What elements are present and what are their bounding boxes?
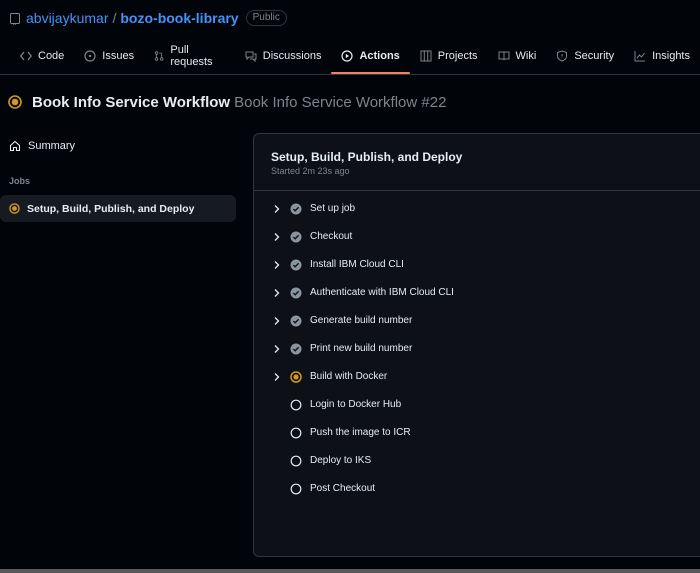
job-step-row[interactable]: Post Checkout — [254, 475, 700, 503]
shield-icon — [557, 50, 568, 62]
pull-request-icon — [154, 51, 164, 61]
job-step-label: Authenticate with IBM Cloud CLI — [310, 287, 454, 298]
check-circle-icon — [290, 203, 302, 215]
repo-icon — [10, 12, 20, 25]
tab-label: Wiki — [515, 50, 537, 62]
run-name: Book Info Service Workflow #22 — [234, 93, 447, 111]
check-circle-icon — [290, 287, 302, 299]
check-circle-icon — [290, 259, 302, 271]
job-step-row[interactable]: Print new build number — [254, 335, 700, 363]
in-progress-status-icon — [9, 203, 20, 214]
chevron-right-icon[interactable] — [273, 204, 281, 214]
play-icon — [341, 50, 354, 62]
taskbar-strip — [0, 569, 700, 573]
job-step-label: Deploy to IKS — [310, 455, 372, 466]
job-step-label: Build with Docker — [310, 371, 388, 382]
jobs-heading: Jobs — [9, 176, 31, 186]
chevron-right-icon[interactable] — [273, 372, 281, 382]
job-step-row[interactable]: Set up job — [254, 195, 700, 223]
job-step-label: Set up job — [310, 203, 356, 214]
tab-discussions[interactable]: Discussions — [235, 40, 332, 72]
job-step-row[interactable]: Build with Docker — [254, 363, 700, 391]
pending-circle-icon — [290, 483, 302, 495]
tab-label: Code — [38, 50, 65, 62]
job-step-row[interactable]: Authenticate with IBM Cloud CLI — [254, 279, 700, 307]
pending-circle-icon — [290, 427, 302, 439]
job-step-row[interactable]: Checkout — [254, 223, 700, 251]
tab-projects[interactable]: Projects — [410, 40, 488, 72]
pending-circle-icon — [290, 399, 302, 411]
repo-title: abvijaykumar / bozo-book-library Public — [10, 9, 287, 27]
chevron-right-icon[interactable] — [273, 260, 281, 270]
discussion-icon — [245, 51, 257, 62]
code-icon — [20, 51, 32, 61]
job-panel-header: Setup, Build, Publish, and Deploy Starte… — [254, 134, 700, 191]
chevron-right-icon[interactable] — [273, 232, 281, 242]
job-step-label: Login to Docker Hub — [310, 399, 402, 410]
job-step-label: Push the image to ICR — [310, 427, 411, 438]
check-circle-icon — [290, 315, 302, 327]
issue-icon — [84, 50, 96, 62]
job-step-label: Print new build number — [310, 343, 413, 354]
chevron-right-icon[interactable] — [273, 288, 281, 298]
job-started-time: Started 2m 23s ago — [271, 166, 350, 176]
sidebar-item-summary[interactable]: Summary — [9, 140, 75, 152]
chevron-right-icon[interactable] — [273, 344, 281, 354]
tab-label: Security — [574, 50, 615, 62]
tab-label: Issues — [102, 50, 135, 62]
job-step-row[interactable]: Install IBM Cloud CLI — [254, 251, 700, 279]
tab-security[interactable]: Security — [546, 40, 624, 72]
sidebar-job-label: Setup, Build, Publish, and Deploy — [27, 202, 195, 215]
run-title: Book Info Service Workflow Book Info Ser… — [8, 92, 446, 112]
check-circle-icon — [290, 231, 302, 243]
check-circle-icon — [290, 343, 302, 355]
job-title: Setup, Build, Publish, and Deploy — [271, 150, 463, 164]
chevron-right-icon[interactable] — [273, 316, 281, 326]
tab-issues[interactable]: Issues — [74, 40, 144, 72]
job-step-label: Checkout — [310, 231, 353, 242]
pending-circle-icon — [290, 455, 302, 467]
tab-label: Insights — [652, 50, 690, 62]
repo-header: abvijaykumar / bozo-book-library Public … — [0, 0, 700, 75]
tab-label: Projects — [437, 50, 478, 62]
workflow-name-link[interactable]: Book Info Service Workflow — [32, 94, 230, 111]
repo-separator: / — [112, 10, 117, 26]
table-icon — [420, 50, 432, 62]
home-icon — [9, 140, 21, 152]
graph-icon — [634, 51, 646, 62]
tab-label: Discussions — [262, 50, 322, 62]
sidebar-item-label: Summary — [28, 140, 76, 152]
job-step-row[interactable]: Login to Docker Hub — [254, 391, 700, 419]
tab-code[interactable]: Code — [10, 40, 74, 72]
job-step-row[interactable]: Generate build number — [254, 307, 700, 335]
sidebar-job-item[interactable]: Setup, Build, Publish, and Deploy — [0, 195, 236, 222]
job-steps-list: Set up job Checkout Install IBM Cloud CLI A… — [254, 195, 700, 503]
tab-actions[interactable]: Actions — [331, 40, 411, 74]
job-step-label: Install IBM Cloud CLI — [310, 259, 404, 270]
job-step-label: Generate build number — [310, 315, 413, 326]
job-step-label: Post Checkout — [310, 483, 376, 494]
repo-tabs: Code Issues Pull requests Discussions Ac… — [10, 40, 700, 74]
in-progress-status-icon — [8, 95, 22, 109]
visibility-badge: Public — [245, 10, 287, 26]
repo-owner-link[interactable]: abvijaykumar — [26, 10, 108, 26]
tab-wiki[interactable]: Wiki — [488, 40, 547, 72]
job-step-row[interactable]: Push the image to ICR — [254, 419, 700, 447]
tab-label: Pull requests — [170, 44, 213, 68]
tab-insights[interactable]: Insights — [624, 40, 700, 72]
job-log-panel: Setup, Build, Publish, and Deploy Starte… — [253, 133, 700, 557]
tab-label: Actions — [359, 50, 400, 62]
in-progress-status-icon — [290, 371, 302, 383]
job-step-row[interactable]: Deploy to IKS — [254, 447, 700, 475]
tab-pull-requests[interactable]: Pull requests — [144, 40, 235, 72]
book-icon — [498, 51, 510, 61]
repo-name-link[interactable]: bozo-book-library — [120, 10, 238, 26]
